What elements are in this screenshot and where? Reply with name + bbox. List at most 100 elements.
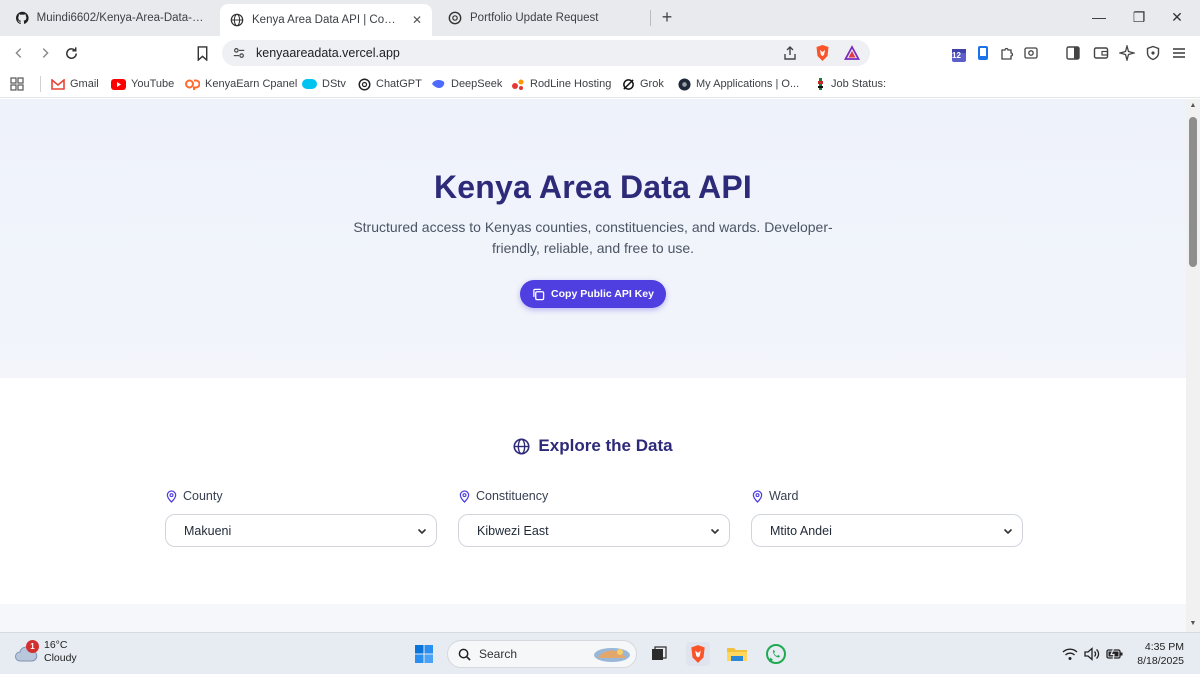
close-tab-icon[interactable]: ✕	[412, 13, 422, 27]
mobile-extension-icon[interactable]	[974, 44, 992, 62]
wifi-status[interactable]	[1062, 645, 1078, 663]
bookmark-kenyaearn-cpanel[interactable]: KenyaEarn Cpanel	[185, 76, 297, 92]
forward-arrow-icon	[42, 48, 49, 58]
tab-strip: Muindi6602/Kenya-Area-Data-API: K Kenya …	[0, 0, 1200, 36]
tab-separator	[650, 10, 651, 26]
bookmark-chatgpt[interactable]: ChatGPT	[358, 76, 422, 92]
restore-button[interactable]: ❐	[1128, 6, 1150, 28]
weather-text: 16°C Cloudy	[44, 639, 77, 665]
bookmark-label: My Applications | O...	[696, 78, 800, 90]
apps-grid-button[interactable]	[10, 76, 24, 92]
back-arrow-icon	[15, 48, 22, 58]
rodline-icon	[512, 79, 524, 90]
taskbar-search[interactable]: Search	[447, 640, 637, 668]
bookmark-label: Gmail	[70, 78, 99, 90]
hero-subtitle-line-1: Structured access to Kenyas counties, co…	[353, 219, 833, 235]
county-label-text: County	[183, 489, 223, 503]
scrollbar-thumb[interactable]	[1189, 117, 1197, 267]
speaker-icon	[1084, 647, 1100, 661]
gmail-icon	[51, 78, 65, 90]
bookmark-label: DeepSeek	[451, 78, 503, 90]
volume-control[interactable]	[1084, 645, 1100, 663]
bookmark-youtube[interactable]: YouTube	[111, 76, 174, 92]
vpn-shield-icon[interactable]	[1144, 44, 1162, 62]
brave-rewards-icon[interactable]	[844, 45, 860, 61]
copy-icon	[533, 288, 545, 300]
bookmark-gmail[interactable]: Gmail	[51, 76, 99, 92]
bookmark-job-status[interactable]: Job Status:	[815, 76, 886, 92]
wallet-icon[interactable]	[1092, 44, 1110, 62]
copy-api-key-button[interactable]: Copy Public API Key	[520, 280, 666, 308]
deepseek-icon	[432, 79, 445, 88]
applications-icon	[678, 77, 691, 91]
map-pin-icon	[752, 489, 763, 503]
bookmark-label: KenyaEarn Cpanel	[205, 78, 298, 90]
bookmark-my-applications[interactable]: My Applications | O...	[678, 76, 799, 92]
bookmarks-bar: Gmail YouTube KenyaEarn Cpanel DStv Chat…	[0, 70, 1200, 98]
close-window-button[interactable]: ✕	[1166, 6, 1188, 28]
tab-github[interactable]: Muindi6602/Kenya-Area-Data-API: K	[6, 4, 216, 32]
tab-title: Portfolio Update Request	[470, 12, 599, 24]
dstv-icon	[302, 79, 317, 89]
back-button[interactable]	[8, 42, 30, 64]
share-icon[interactable]	[782, 45, 798, 61]
leo-ai-icon[interactable]	[1118, 44, 1136, 62]
search-icon	[458, 648, 471, 661]
menu-icon[interactable]	[1170, 44, 1188, 62]
puzzle-icon[interactable]	[998, 44, 1016, 62]
tab-portfolio-update[interactable]: Portfolio Update Request	[438, 4, 648, 32]
whatsapp-button[interactable]	[764, 642, 788, 666]
windows-taskbar: 1 16°C Cloudy Search 4:35 PM 8/18/2025	[0, 632, 1200, 674]
search-placeholder: Search	[479, 647, 518, 661]
forward-button[interactable]	[34, 42, 56, 64]
page-title: Kenya Area Data API	[433, 169, 752, 205]
github-icon	[16, 11, 29, 25]
url-text: kenyaareadata.vercel.app	[256, 46, 400, 60]
tab-title: Kenya Area Data API | Counties, C	[252, 14, 402, 26]
clock-time: 4:35 PM	[1144, 641, 1184, 653]
tab-kenya-area-data[interactable]: Kenya Area Data API | Counties, C ✕	[220, 4, 432, 36]
task-view-button[interactable]	[647, 642, 671, 666]
weather-description: Cloudy	[44, 652, 77, 664]
chatgpt-icon	[358, 77, 371, 91]
reload-button[interactable]	[60, 42, 82, 64]
weather-temperature: 16°C	[44, 639, 68, 651]
county-select[interactable]: Makueni	[165, 514, 437, 547]
calendar-extension-icon[interactable]: 12	[950, 46, 968, 64]
globe-icon	[230, 13, 244, 27]
battery-status[interactable]	[1106, 645, 1124, 663]
battery-charging-icon	[1106, 647, 1123, 661]
brave-shields-icon[interactable]	[814, 44, 831, 62]
new-tab-button[interactable]: +	[656, 6, 678, 28]
file-explorer-button[interactable]	[725, 642, 749, 666]
chevron-down-icon	[710, 528, 720, 535]
folder-icon	[727, 648, 747, 661]
next-section-background	[0, 604, 1186, 632]
tab-title: Muindi6602/Kenya-Area-Data-API: K	[36, 12, 206, 24]
sidebar-icon[interactable]	[1064, 44, 1082, 62]
start-button[interactable]	[412, 642, 436, 666]
hero-section: Kenya Area Data API Structured access to…	[0, 99, 1186, 378]
ward-select[interactable]: Mtito Andei	[751, 514, 1023, 547]
screenshot-icon[interactable]	[1022, 44, 1040, 62]
bookmark-grok[interactable]: Grok	[622, 76, 664, 92]
brave-taskbar-button[interactable]	[686, 642, 710, 666]
page-scrollbar[interactable]: ▲ ▼	[1186, 99, 1200, 632]
bookmark-dstv[interactable]: DStv	[302, 76, 346, 92]
site-settings-icon[interactable]	[232, 46, 246, 60]
copy-api-key-label: Copy Public API Key	[551, 288, 654, 300]
weather-notification-badge: 1	[26, 640, 39, 653]
bookmark-page-button[interactable]	[191, 42, 213, 64]
taskbar-clock[interactable]: 4:35 PM 8/18/2025	[1137, 640, 1184, 668]
address-bar[interactable]: kenyaareadata.vercel.app	[222, 40, 870, 66]
brave-browser-icon	[691, 645, 705, 663]
bookmark-rodline-hosting[interactable]: RodLine Hosting	[511, 76, 611, 92]
scroll-down-arrow-icon[interactable]: ▼	[1189, 620, 1197, 628]
bookmark-deepseek[interactable]: DeepSeek	[431, 76, 502, 92]
scroll-up-arrow-icon[interactable]: ▲	[1189, 102, 1197, 110]
minimize-button[interactable]: —	[1088, 6, 1110, 28]
hero-subtitle: Structured access to Kenyas counties, co…	[333, 217, 853, 259]
weather-widget[interactable]: 1 16°C Cloudy	[14, 639, 77, 665]
browser-toolbar: kenyaareadata.vercel.app 12	[0, 36, 1200, 70]
constituency-select[interactable]: Kibwezi East	[458, 514, 730, 547]
